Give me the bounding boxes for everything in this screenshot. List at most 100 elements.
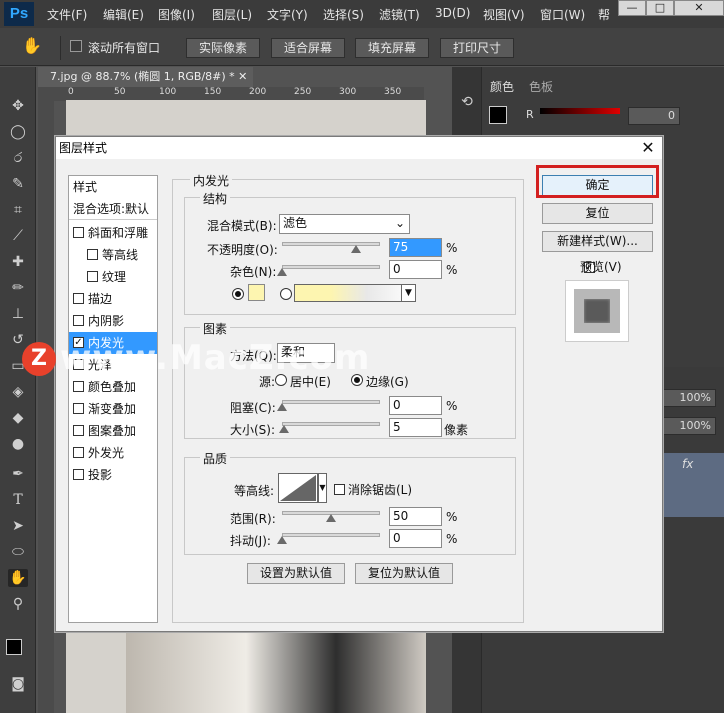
jitter-slider[interactable] — [282, 533, 380, 537]
jitter-slider-thumb[interactable] — [277, 536, 287, 544]
foreground-color-swatch[interactable] — [6, 639, 22, 655]
fill-field[interactable]: 100% — [658, 417, 716, 435]
style-item[interactable]: 外发光 — [69, 442, 157, 464]
pen-icon[interactable]: ✒ — [8, 465, 28, 483]
chevron-down-icon[interactable]: ▼ — [401, 285, 415, 301]
ellipse-marquee-icon[interactable]: ◯ — [8, 123, 28, 141]
lasso-icon[interactable]: ර — [8, 149, 28, 167]
scroll-all-checkbox[interactable] — [70, 40, 82, 52]
noise-slider[interactable] — [282, 265, 380, 269]
opacity-slider[interactable] — [282, 242, 380, 246]
style-item[interactable]: 描边 — [69, 288, 157, 310]
move-tool-icon[interactable]: ✥ — [8, 97, 28, 115]
r-slider[interactable] — [540, 108, 620, 114]
document-tab[interactable]: 7.jpg @ 88.7% (椭圆 1, RGB/8#) * ✕ — [38, 67, 253, 87]
stamp-icon[interactable]: ⊥ — [8, 305, 28, 323]
blend-options-item[interactable]: 混合选项:默认 — [69, 198, 157, 220]
chevron-down-icon[interactable]: ▼ — [318, 473, 327, 503]
style-item[interactable]: 内阴影 — [69, 310, 157, 332]
style-checkbox[interactable] — [73, 227, 84, 238]
menu-image[interactable]: 图像(I) — [158, 6, 195, 23]
menu-view[interactable]: 视图(V) — [483, 6, 525, 23]
menu-edit[interactable]: 编辑(E) — [103, 6, 144, 23]
style-checkbox[interactable] — [73, 403, 84, 414]
history-panel-icon[interactable]: ⟲ — [457, 93, 477, 111]
healing-icon[interactable]: ✚ — [8, 253, 28, 271]
glow-color-swatch[interactable] — [248, 284, 265, 301]
crop-icon[interactable]: ⌗ — [8, 201, 28, 219]
style-item[interactable]: 颜色叠加 — [69, 376, 157, 398]
quick-select-icon[interactable]: ✎ — [8, 175, 28, 193]
style-item[interactable]: 斜面和浮雕 — [69, 222, 157, 244]
noise-input[interactable]: 0 — [389, 260, 442, 279]
type-tool-icon[interactable]: T — [8, 491, 28, 509]
menu-3d[interactable]: 3D(D) — [435, 6, 470, 20]
set-default-button[interactable]: 设置为默认值 — [247, 563, 345, 584]
close-icon[interactable]: ✕ — [638, 138, 658, 158]
print-size-button[interactable]: 打印尺寸 — [440, 38, 514, 58]
style-item[interactable]: 等高线 — [69, 244, 157, 266]
style-checkbox[interactable] — [73, 381, 84, 392]
choke-slider-thumb[interactable] — [277, 403, 287, 411]
noise-slider-thumb[interactable] — [277, 268, 287, 276]
opacity-field[interactable]: 100% — [658, 389, 716, 407]
maximize-icon[interactable]: □ — [646, 0, 674, 16]
style-checkbox[interactable] — [87, 271, 98, 282]
eyedropper-icon[interactable]: ⟋ — [8, 227, 28, 245]
style-item[interactable]: 投影 — [69, 464, 157, 486]
style-checkbox[interactable] — [73, 315, 84, 326]
window-close-icon[interactable]: ✕ — [674, 0, 724, 16]
paint-bucket-icon[interactable]: ◈ — [8, 383, 28, 401]
actual-pixels-button[interactable]: 实际像素 — [186, 38, 260, 58]
path-select-icon[interactable]: ➤ — [8, 517, 28, 535]
history-brush-icon[interactable]: ↺ — [8, 331, 28, 349]
r-value-field[interactable]: 0 — [628, 107, 680, 125]
styles-header[interactable]: 样式 — [69, 176, 157, 198]
choke-slider[interactable] — [282, 400, 380, 404]
reset-default-button[interactable]: 复位为默认值 — [355, 563, 453, 584]
size-input[interactable]: 5 — [389, 418, 442, 437]
antialias-checkbox[interactable] — [334, 484, 345, 495]
tab-close-icon[interactable]: ✕ — [238, 70, 247, 83]
fg-color-chip[interactable] — [489, 106, 507, 124]
style-checkbox[interactable] — [73, 447, 84, 458]
style-checkbox[interactable] — [87, 249, 98, 260]
quick-mask-icon[interactable]: ◙ — [8, 675, 28, 693]
size-slider[interactable] — [282, 422, 380, 426]
blur-icon[interactable]: ◆ — [8, 409, 28, 427]
fill-screen-button[interactable]: 填充屏幕 — [355, 38, 429, 58]
tab-color[interactable]: 颜色 — [490, 78, 514, 95]
choke-input[interactable]: 0 — [389, 396, 442, 415]
solid-color-radio[interactable] — [232, 288, 244, 300]
dodge-icon[interactable]: ● — [8, 435, 28, 453]
tab-swatches[interactable]: 色板 — [529, 78, 553, 95]
brush-icon[interactable]: ✏ — [8, 279, 28, 297]
style-checkbox[interactable] — [73, 425, 84, 436]
reset-button[interactable]: 复位 — [542, 203, 653, 224]
zoom-tool-icon[interactable]: ⚲ — [8, 595, 28, 613]
hand-tool-icon[interactable]: ✋ — [8, 569, 28, 587]
range-input[interactable]: 50 — [389, 507, 442, 526]
range-slider-thumb[interactable] — [326, 514, 336, 522]
menu-select[interactable]: 选择(S) — [323, 6, 364, 23]
menu-file[interactable]: 文件(F) — [47, 6, 87, 23]
contour-picker[interactable] — [278, 473, 318, 503]
new-style-button[interactable]: 新建样式(W)... — [542, 231, 653, 252]
menu-filter[interactable]: 滤镜(T) — [379, 6, 420, 23]
shape-icon[interactable]: ⬭ — [8, 543, 28, 561]
style-checkbox[interactable] — [73, 293, 84, 304]
size-slider-thumb[interactable] — [278, 425, 289, 433]
style-item[interactable]: 渐变叠加 — [69, 398, 157, 420]
opacity-input[interactable]: 75 — [389, 238, 442, 257]
gradient-picker[interactable] — [294, 284, 416, 302]
menu-layer[interactable]: 图层(L) — [212, 6, 252, 23]
style-checkbox[interactable] — [73, 469, 84, 480]
opacity-slider-thumb[interactable] — [350, 245, 361, 253]
menu-type[interactable]: 文字(Y) — [267, 6, 308, 23]
minimize-icon[interactable]: — — [618, 0, 646, 16]
blend-mode-select[interactable]: 滤色 ⌄ — [279, 214, 410, 234]
menu-window[interactable]: 窗口(W) — [540, 6, 585, 23]
fit-screen-button[interactable]: 适合屏幕 — [271, 38, 345, 58]
gradient-radio[interactable] — [280, 288, 292, 300]
menu-help[interactable]: 帮 — [598, 6, 610, 23]
